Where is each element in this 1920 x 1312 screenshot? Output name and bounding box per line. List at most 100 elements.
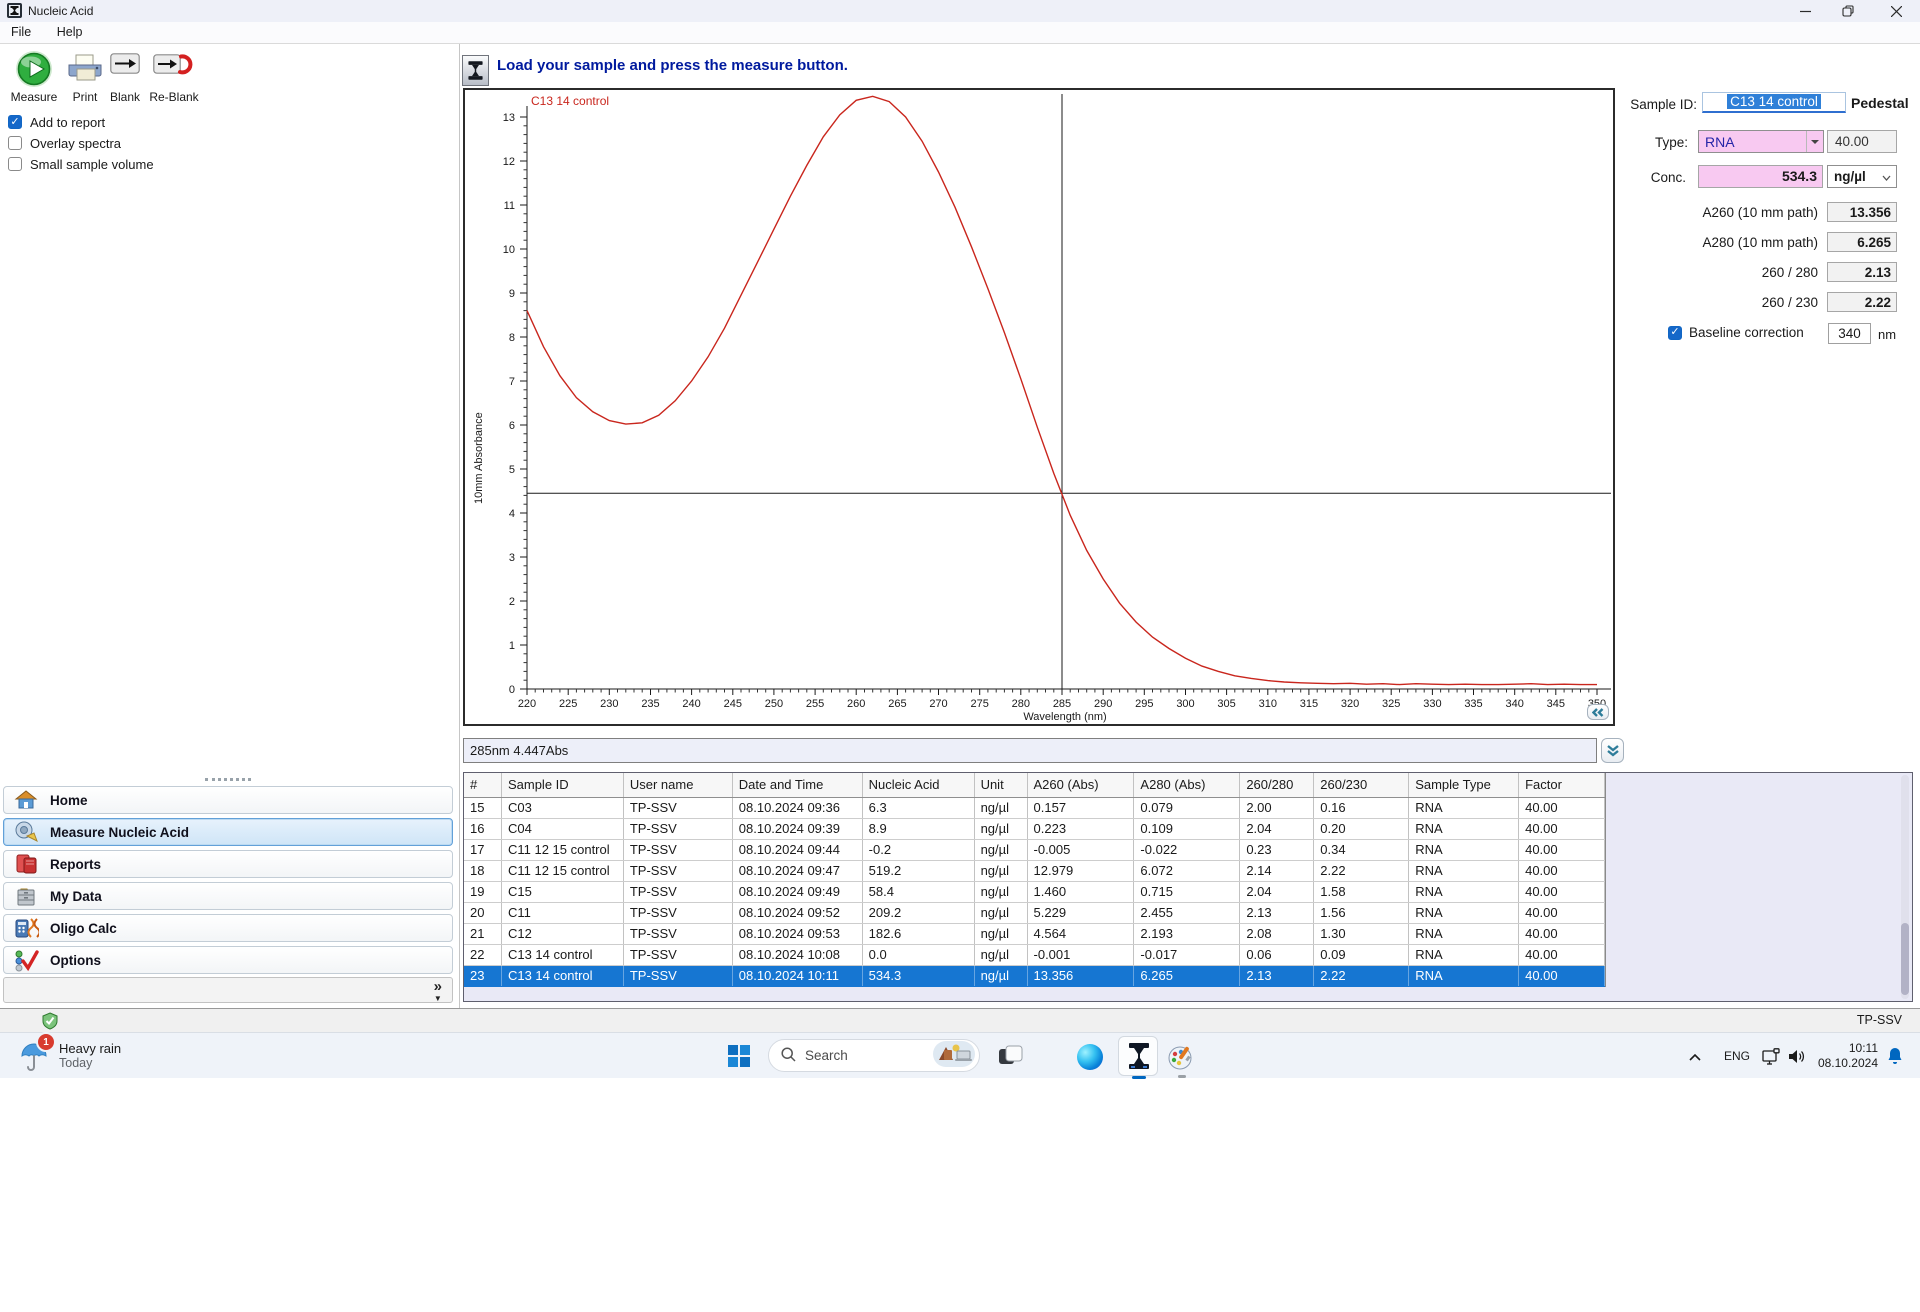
table-row[interactable]: 18 C11 12 15 control TP-SSV 08.10.2024 09:4… xyxy=(464,861,1606,882)
table-row[interactable]: 19 C15 TP-SSV 08.10.2024 09:49 58.4 ng/µl 1.46… xyxy=(464,882,1606,903)
table-cell: 40.00 xyxy=(1519,819,1606,839)
column-header[interactable]: # xyxy=(464,773,502,797)
table-row[interactable]: 21 C12 TP-SSV 08.10.2024 09:53 182.6 ng/µl 4.5… xyxy=(464,924,1606,945)
status-message: Load your sample and press the measure b… xyxy=(497,57,848,74)
table-row[interactable]: 20 C11 TP-SSV 08.10.2024 09:52 209.2 ng/µl 5.2… xyxy=(464,903,1606,924)
sidebar-collapse-bar[interactable]: » ▼ xyxy=(3,977,453,1003)
table-cell: 2.193 xyxy=(1134,924,1241,944)
svg-text:260: 260 xyxy=(847,698,865,710)
table-row[interactable]: 17 C11 12 15 control TP-SSV 08.10.2024 09:4… xyxy=(464,840,1606,861)
checkbox-box xyxy=(8,136,22,150)
svg-text:290: 290 xyxy=(1094,698,1112,710)
search-placeholder: Search xyxy=(805,1048,848,1063)
column-header[interactable]: Nucleic Acid xyxy=(863,773,975,797)
close-button[interactable] xyxy=(1872,0,1920,22)
measure-button[interactable]: Measure xyxy=(6,46,62,104)
column-header[interactable]: 260/280 xyxy=(1240,773,1315,797)
column-header[interactable]: User name xyxy=(624,773,733,797)
display-connect-icon[interactable] xyxy=(1760,1047,1782,1065)
restore-button[interactable] xyxy=(1826,0,1870,22)
table-cell: 21 xyxy=(464,924,502,944)
table-cell: RNA xyxy=(1409,924,1520,944)
table-cell: C13 14 control xyxy=(502,945,624,965)
tray-date: 08.10.2024 xyxy=(1817,1056,1878,1070)
sidebar-item-oligo-calc[interactable]: Oligo Calc xyxy=(3,914,453,942)
conc-unit-dropdown[interactable]: ng/µl xyxy=(1827,165,1897,188)
table-cell: C12 xyxy=(502,924,624,944)
svg-text:9: 9 xyxy=(509,288,515,300)
small-sample-volume-checkbox[interactable]: Small sample volume xyxy=(8,156,154,172)
measure-nucleic-acid-icon xyxy=(12,820,39,844)
tray-expand-chevron[interactable] xyxy=(1686,1050,1704,1064)
start-button[interactable] xyxy=(727,1044,751,1068)
add-to-report-checkbox[interactable]: ✓ Add to report xyxy=(8,114,105,130)
table-row[interactable]: 16 C04 TP-SSV 08.10.2024 09:39 8.9 ng/µl 0.223… xyxy=(464,819,1606,840)
type-factor-field[interactable]: 40.00 xyxy=(1827,130,1897,153)
table-cell: 23 xyxy=(464,966,502,986)
shield-ok-icon xyxy=(42,1012,58,1033)
sample-id-input[interactable]: C13 14 control xyxy=(1702,92,1846,113)
table-scrollbar-thumb[interactable] xyxy=(1901,923,1909,995)
nucleic-acid-app-button[interactable] xyxy=(1118,1036,1158,1079)
column-header[interactable]: Factor xyxy=(1519,773,1606,797)
column-header[interactable]: Date and Time xyxy=(733,773,863,797)
chevron-down-icon xyxy=(1882,169,1896,184)
table-cell: 0.079 xyxy=(1134,798,1241,818)
paint-app-icon[interactable] xyxy=(1166,1043,1194,1070)
print-button[interactable]: Print xyxy=(62,46,108,104)
app-window: Nucleic Acid File Help Measure Print Bla… xyxy=(0,0,1920,1032)
menu-file[interactable]: File xyxy=(0,22,42,39)
sidebar-item-my-data[interactable]: My Data xyxy=(3,882,453,910)
notification-bell-icon[interactable] xyxy=(1885,1046,1905,1066)
edge-browser-icon[interactable] xyxy=(1076,1043,1103,1070)
type-label: Type: xyxy=(1654,135,1688,150)
table-cell: RNA xyxy=(1409,945,1520,965)
table-cell: -0.022 xyxy=(1134,840,1241,860)
measure-play-icon xyxy=(15,50,53,91)
table-row[interactable]: 15 C03 TP-SSV 08.10.2024 09:36 6.3 ng/µl 0.157… xyxy=(464,798,1606,819)
column-header[interactable]: Sample ID xyxy=(502,773,624,797)
sidebar-item-measure-nucleic-acid[interactable]: Measure Nucleic Acid xyxy=(3,818,453,846)
table-cell: 08.10.2024 09:44 xyxy=(733,840,863,860)
table-cell: 2.04 xyxy=(1240,819,1315,839)
collapse-down-button[interactable] xyxy=(1601,738,1624,763)
column-header[interactable]: A260 (Abs) xyxy=(1028,773,1135,797)
collapse-left-button[interactable] xyxy=(1587,704,1609,720)
type-dropdown[interactable]: RNA xyxy=(1698,130,1824,153)
table-cell: TP-SSV xyxy=(624,924,733,944)
volume-icon[interactable] xyxy=(1786,1048,1808,1064)
column-header[interactable]: Unit xyxy=(975,773,1028,797)
language-indicator[interactable]: ENG xyxy=(1720,1048,1754,1064)
task-view-button[interactable] xyxy=(997,1043,1025,1069)
sidebar-item-home[interactable]: Home xyxy=(3,786,453,814)
spectrum-plot: 220 225 230 235 240 245 250 255 260 265 270 275 280 2… xyxy=(503,94,1611,723)
table-cell: 6.072 xyxy=(1134,861,1241,881)
measurement-row: 260 / 230 2.22 xyxy=(1620,292,1897,312)
sidebar-item-reports[interactable]: Reports xyxy=(3,850,453,878)
table-row[interactable]: 22 C13 14 control TP-SSV 08.10.2024 10:08 0.… xyxy=(464,945,1606,966)
table-cell: 2.14 xyxy=(1240,861,1315,881)
my-data-icon xyxy=(12,884,39,908)
reblank-button[interactable]: Re-Blank xyxy=(146,46,202,104)
baseline-correction-checkbox[interactable]: ✓ Baseline correction xyxy=(1668,325,1804,340)
weather-widget[interactable]: 1 Heavy rain Today xyxy=(20,1032,121,1072)
spectrum-chart[interactable]: 220 225 230 235 240 245 250 255 260 265 270 275 280 2… xyxy=(463,88,1615,726)
sidebar-item-options[interactable]: Options xyxy=(3,946,453,974)
column-header[interactable]: 260/230 xyxy=(1314,773,1410,797)
search-box[interactable]: Search xyxy=(768,1039,980,1072)
baseline-wavelength-field[interactable]: 340 xyxy=(1828,323,1871,344)
clock-widget[interactable]: 10:11 08.10.2024 xyxy=(1812,1041,1878,1071)
active-app-indicator xyxy=(1132,1076,1146,1079)
table-cell: 08.10.2024 09:49 xyxy=(733,882,863,902)
panel-splitter-handle[interactable] xyxy=(205,778,251,781)
overlay-spectra-checkbox[interactable]: Overlay spectra xyxy=(8,135,121,151)
blank-button[interactable]: Blank xyxy=(104,46,146,104)
table-cell: 08.10.2024 09:53 xyxy=(733,924,863,944)
table-row[interactable]: 23 C13 14 control TP-SSV 08.10.2024 10:11 53… xyxy=(464,966,1606,987)
table-cell: 40.00 xyxy=(1519,840,1606,860)
svg-text:245: 245 xyxy=(724,698,742,710)
column-header[interactable]: A280 (Abs) xyxy=(1134,773,1241,797)
minimize-button[interactable] xyxy=(1783,0,1827,22)
column-header[interactable]: Sample Type xyxy=(1409,773,1520,797)
menu-help[interactable]: Help xyxy=(46,22,94,39)
